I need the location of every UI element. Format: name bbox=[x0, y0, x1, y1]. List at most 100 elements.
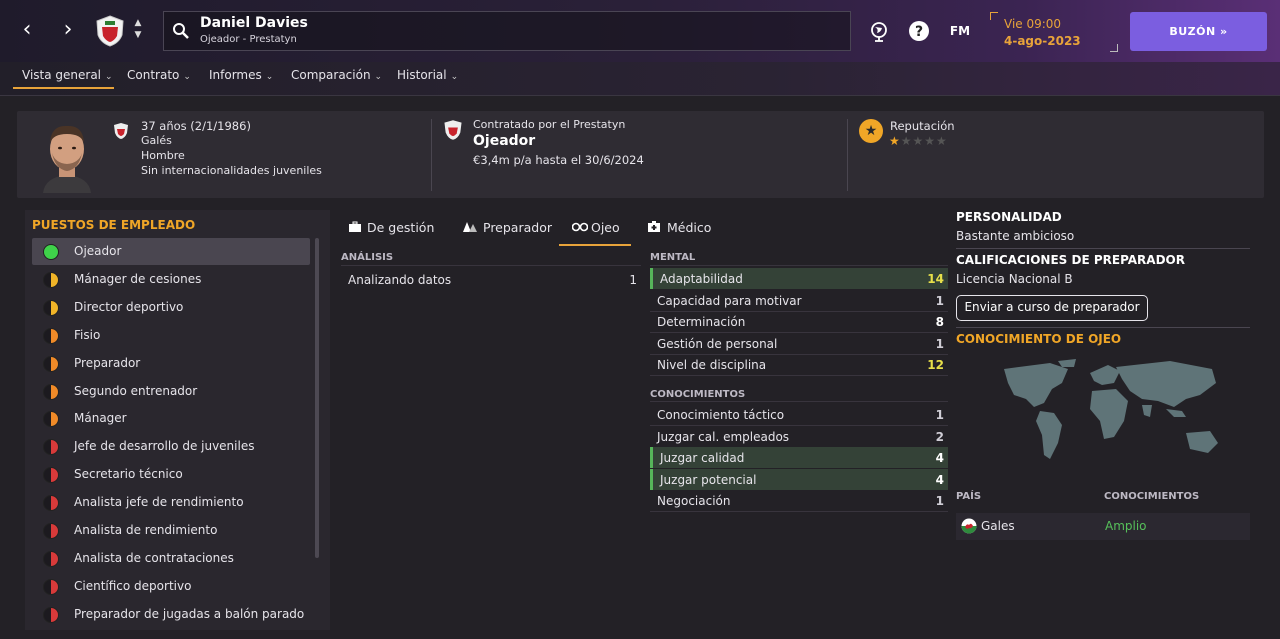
section-divider bbox=[956, 327, 1250, 328]
tab-active-indicator bbox=[559, 244, 631, 246]
date-date: 4-ago-2023 bbox=[1004, 34, 1081, 48]
back-arrow-icon[interactable]: ‹ bbox=[17, 18, 37, 42]
person-subtitle: Ojeador - Prestatyn bbox=[200, 34, 297, 45]
attribute-row: Adaptabilidad 14 bbox=[650, 268, 948, 289]
age-text: 37 años (2/1/1986) bbox=[141, 119, 251, 133]
attribute-value: 4 bbox=[935, 472, 944, 487]
role-row[interactable]: Fisio bbox=[32, 322, 310, 349]
suitability-dot-icon bbox=[43, 439, 59, 456]
tab-de-gestion[interactable]: De gestión bbox=[348, 220, 434, 235]
role-row[interactable]: Analista de contrataciones bbox=[32, 545, 310, 572]
attribute-value: 8 bbox=[935, 315, 944, 330]
nav-contrato[interactable]: Contrato ⌄ bbox=[127, 68, 191, 82]
attribute-value: 1 bbox=[629, 273, 637, 287]
role-title: Ojeador bbox=[473, 133, 536, 149]
globe-icon[interactable] bbox=[868, 20, 890, 42]
binoculars-icon bbox=[571, 222, 589, 232]
attribute-name: Adaptabilidad bbox=[660, 272, 743, 286]
row-divider bbox=[650, 265, 948, 266]
salary-text: €3,4m p/a hasta el 30/6/2024 bbox=[473, 153, 644, 167]
role-label: Analista de rendimiento bbox=[74, 523, 218, 537]
role-row[interactable]: Segundo entrenador bbox=[32, 378, 310, 405]
fm-logo-icon[interactable]: FM bbox=[948, 20, 972, 42]
role-label: Director deportivo bbox=[74, 299, 184, 314]
suitability-dot-icon bbox=[43, 271, 59, 288]
tab-medico[interactable]: Médico bbox=[647, 220, 711, 235]
role-row[interactable]: Científico deportivo bbox=[32, 573, 310, 600]
nav-label: Comparación bbox=[291, 68, 371, 82]
suitability-dot-icon bbox=[43, 606, 59, 623]
attribute-name: Juzgar potencial bbox=[660, 472, 757, 487]
nav-label: Historial bbox=[397, 68, 447, 82]
attribute-value: 14 bbox=[927, 272, 944, 286]
nav-label: Vista general bbox=[22, 68, 102, 82]
row-divider bbox=[341, 265, 641, 266]
world-map bbox=[1004, 359, 1218, 459]
attribute-value: 12 bbox=[927, 358, 944, 373]
contracted-by-text: Contratado por el Prestatyn bbox=[473, 118, 626, 131]
forward-arrow-icon[interactable]: › bbox=[58, 18, 78, 42]
analysis-heading: ANÁLISIS bbox=[341, 252, 394, 263]
attribute-row: Conocimiento táctico 1 bbox=[650, 404, 948, 425]
suitability-dot-icon bbox=[43, 550, 59, 567]
suitability-dot-icon bbox=[43, 327, 59, 344]
role-row[interactable]: Ojeador bbox=[32, 238, 310, 265]
chevron-down-icon: ⌄ bbox=[183, 72, 191, 82]
attribute-value: 1 bbox=[935, 336, 944, 351]
role-row[interactable]: Jefe de desarrollo de juveniles bbox=[32, 433, 310, 460]
card-divider bbox=[431, 119, 432, 191]
attribute-name: Juzgar cal. empleados bbox=[657, 429, 790, 444]
search-bar[interactable]: Daniel Davies Ojeador - Prestatyn bbox=[163, 11, 851, 51]
role-label: Segundo entrenador bbox=[74, 383, 198, 398]
role-row[interactable]: Mánager de cesiones bbox=[32, 266, 310, 293]
tab-preparador[interactable]: Preparador bbox=[462, 220, 552, 235]
tab-label: Ojeo bbox=[591, 220, 620, 235]
attribute-name: Analizando datos bbox=[348, 273, 452, 287]
attribute-row: Gestión de personal 1 bbox=[650, 333, 948, 354]
help-icon[interactable]: ? bbox=[908, 20, 930, 42]
scrollbar[interactable] bbox=[315, 238, 319, 558]
date-corner-decoration bbox=[990, 12, 998, 20]
nav-informes[interactable]: Informes ⌄ bbox=[209, 68, 273, 82]
suitability-dot-icon bbox=[43, 578, 59, 595]
profile-card: 37 años (2/1/1986) Galés Hombre Sin inte… bbox=[17, 111, 1264, 198]
row-divider bbox=[650, 401, 948, 402]
attribute-name: Negociación bbox=[657, 494, 731, 509]
nav-comparacion[interactable]: Comparación ⌄ bbox=[291, 68, 382, 82]
role-row[interactable]: Mánager bbox=[32, 405, 310, 432]
search-icon[interactable] bbox=[172, 22, 190, 40]
send-to-course-button[interactable]: Enviar a curso de preparador bbox=[956, 295, 1148, 321]
role-row[interactable]: Analista de rendimiento bbox=[32, 517, 310, 544]
role-row[interactable]: Analista jefe de rendimiento bbox=[32, 489, 310, 516]
attribute-value: 1 bbox=[935, 408, 944, 422]
coach-license-text: Licencia Nacional B bbox=[956, 272, 1073, 286]
date-day: Vie 09:00 bbox=[1004, 17, 1062, 31]
attribute-row: Nivel de disciplina 12 bbox=[650, 354, 948, 375]
inbox-button[interactable]: BUZÓN » bbox=[1130, 12, 1267, 51]
role-label: Científico deportivo bbox=[74, 578, 192, 593]
role-row[interactable]: Preparador de jugadas a balón parado bbox=[32, 601, 310, 628]
country-row[interactable]: Gales Amplio bbox=[956, 513, 1250, 540]
club-switch-arrows-icon[interactable]: ▲ ▼ bbox=[131, 17, 145, 41]
nav-historial[interactable]: Historial ⌄ bbox=[397, 68, 458, 82]
role-row[interactable]: Preparador bbox=[32, 350, 310, 377]
role-label: Mánager de cesiones bbox=[74, 271, 202, 286]
role-row[interactable]: Director deportivo bbox=[32, 294, 310, 321]
role-label: Mánager bbox=[74, 411, 127, 426]
chevron-down-icon: ⌄ bbox=[265, 72, 274, 82]
club-badge-icon[interactable] bbox=[95, 15, 125, 47]
role-row[interactable]: Secretario técnico bbox=[32, 461, 310, 488]
nav-active-indicator bbox=[13, 87, 114, 89]
tab-label: De gestión bbox=[367, 220, 435, 235]
suitability-dot-icon bbox=[43, 411, 59, 428]
panel-title: PUESTOS DE EMPLEADO bbox=[32, 218, 196, 232]
date-display[interactable]: Vie 09:00 4-ago-2023 bbox=[990, 12, 1118, 52]
date-corner-decoration bbox=[1110, 44, 1118, 52]
nav-vista-general[interactable]: Vista general ⌄ bbox=[22, 68, 113, 82]
person-name: Daniel Davies bbox=[200, 15, 308, 31]
attribute-value: 1 bbox=[935, 293, 944, 308]
club-badge-icon bbox=[114, 123, 128, 139]
medical-kit-icon bbox=[648, 221, 660, 232]
nav-label: Informes bbox=[209, 68, 262, 82]
tab-ojeo[interactable]: Ojeo bbox=[571, 220, 620, 235]
